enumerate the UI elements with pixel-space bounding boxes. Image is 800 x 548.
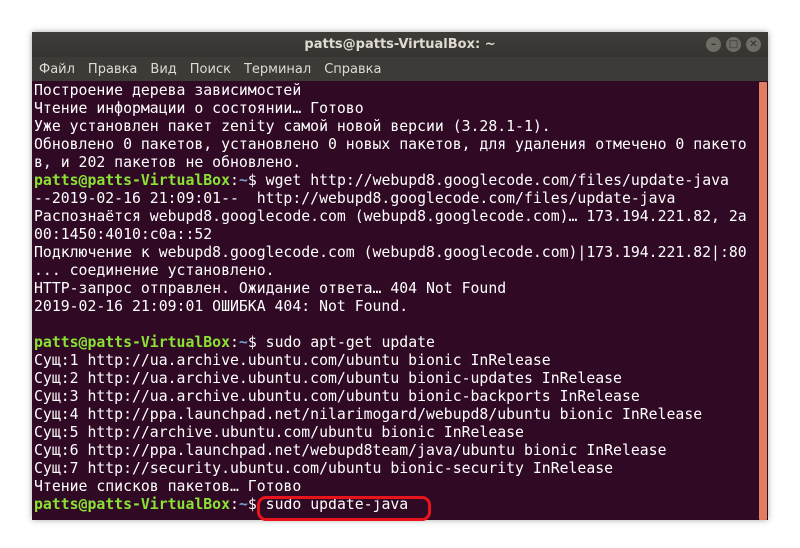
prompt-path: ~ bbox=[238, 172, 248, 189]
scrollbar[interactable] bbox=[758, 82, 768, 520]
window-title: patts@patts-VirtualBox: ~ bbox=[304, 37, 496, 52]
menu-bar: Файл Правка Вид Поиск Терминал Справка bbox=[32, 57, 768, 81]
output-line: --2019-02-16 21:09:01-- http://webupd8.g… bbox=[34, 190, 676, 207]
prompt-symbol: $ bbox=[247, 334, 257, 351]
terminal-window: patts@patts-VirtualBox: ~ – □ ✕ Файл Пра… bbox=[32, 32, 768, 520]
menu-file[interactable]: Файл bbox=[32, 62, 81, 77]
prompt-symbol: $ bbox=[247, 172, 257, 189]
output-line: Чтение списков пакетов… Готово bbox=[34, 478, 302, 495]
menu-help[interactable]: Справка bbox=[317, 62, 387, 77]
prompt-colon: : bbox=[230, 496, 239, 513]
prompt-line: patts@patts-VirtualBox:~$ sudo apt-get u… bbox=[32, 334, 758, 352]
prompt-user: patts@patts-VirtualBox bbox=[34, 334, 230, 351]
output-line: 2019-02-16 21:09:01 ОШИБКА 404: Not Foun… bbox=[34, 298, 409, 315]
output-line: Сущ:5 http://archive.ubuntu.com/ubuntu b… bbox=[34, 424, 524, 441]
minimize-button[interactable]: – bbox=[706, 37, 721, 52]
terminal-output[interactable]: Построение дерева зависимостей Чтение инф… bbox=[32, 82, 758, 520]
output-line: Построение дерева зависимостей bbox=[34, 82, 302, 99]
command-text: sudo apt-get update bbox=[256, 334, 435, 351]
maximize-button[interactable]: □ bbox=[726, 37, 741, 52]
prompt-colon: : bbox=[230, 172, 239, 189]
output-line: Сущ:2 http://ua.archive.ubuntu.com/ubunt… bbox=[34, 370, 622, 387]
output-line: Чтение информации о состоянии… Готово bbox=[34, 100, 364, 117]
menu-view[interactable]: Вид bbox=[143, 62, 182, 77]
prompt-line: patts@patts-VirtualBox:~$ wget http://we… bbox=[32, 172, 758, 190]
output-line: ... соединение установлено. bbox=[34, 262, 275, 279]
prompt-symbol: $ bbox=[247, 496, 257, 513]
prompt-path: ~ bbox=[238, 496, 248, 513]
output-line: Распознаётся webupd8.googlecode.com (web… bbox=[34, 208, 747, 225]
prompt-path: ~ bbox=[238, 334, 248, 351]
prompt-colon: : bbox=[230, 334, 239, 351]
output-line: 00:1450:4010:c0a::52 bbox=[34, 226, 213, 243]
output-line: Подключение к webupd8.googlecode.com (we… bbox=[34, 244, 747, 261]
output-line: Сущ:1 http://ua.archive.ubuntu.com/ubunt… bbox=[34, 352, 551, 369]
menu-terminal[interactable]: Терминал bbox=[237, 62, 317, 77]
scrollbar-thumb[interactable] bbox=[759, 82, 767, 520]
menu-search[interactable]: Поиск bbox=[183, 62, 237, 77]
menu-edit[interactable]: Правка bbox=[81, 62, 143, 77]
output-line: Обновлено 0 пакетов, установлено 0 новых… bbox=[34, 136, 747, 153]
title-bar[interactable]: patts@patts-VirtualBox: ~ – □ ✕ bbox=[32, 32, 768, 57]
close-button[interactable]: ✕ bbox=[746, 37, 761, 52]
command-text: wget http://webupd8.googlecode.com/files… bbox=[256, 172, 729, 189]
highlight-box bbox=[257, 496, 431, 521]
output-line: Сущ:7 http://security.ubuntu.com/ubuntu … bbox=[34, 460, 614, 477]
output-line: в, и 202 пакетов не обновлено. bbox=[34, 154, 302, 171]
output-line: Уже установлен пакет zenity самой новой … bbox=[34, 118, 551, 135]
window-controls: – □ ✕ bbox=[706, 37, 761, 52]
prompt-user: patts@patts-VirtualBox bbox=[34, 496, 230, 513]
output-line: HTTP-запрос отправлен. Ожидание ответа… … bbox=[34, 280, 507, 297]
prompt-user: patts@patts-VirtualBox bbox=[34, 172, 230, 189]
output-line: Сущ:6 http://ppa.launchpad.net/webupd8te… bbox=[34, 442, 667, 459]
output-line: Сущ:3 http://ua.archive.ubuntu.com/ubunt… bbox=[34, 388, 640, 405]
output-line: Сущ:4 http://ppa.launchpad.net/nilarimog… bbox=[34, 406, 703, 423]
